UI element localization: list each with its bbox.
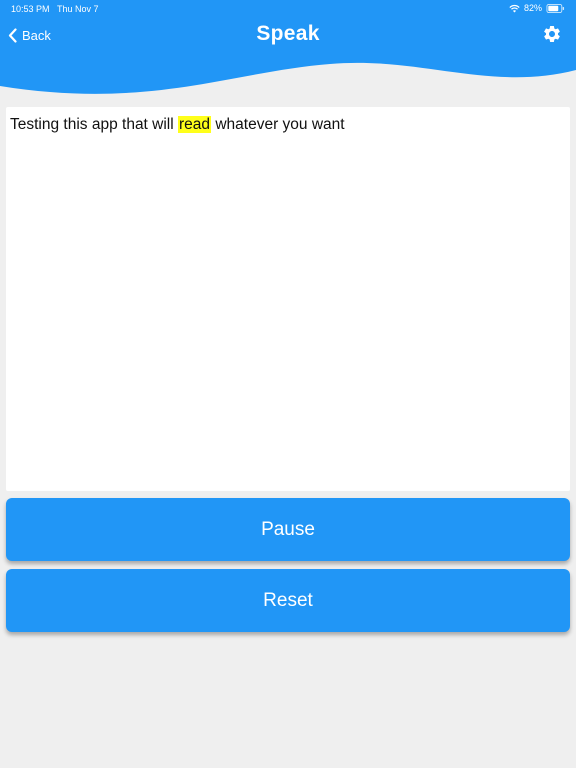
status-indicators: 82% — [509, 3, 565, 13]
reset-label: Reset — [263, 589, 313, 611]
wifi-icon — [509, 4, 520, 13]
gear-icon — [543, 25, 560, 42]
status-date: Thu Nov 7 — [57, 4, 99, 14]
battery-percent: 82% — [523, 3, 542, 13]
pause-label: Pause — [261, 518, 315, 540]
highlighted-word: read — [178, 116, 212, 133]
speech-text-area[interactable]: Testing this app that will read whatever… — [6, 107, 570, 491]
status-time: 10:53 PM — [11, 4, 50, 14]
settings-button[interactable] — [542, 24, 562, 44]
speak-screen: 10:53 PM Thu Nov 7 82% Back Speak Testin… — [0, 0, 576, 768]
text-after: whatever you want — [211, 116, 345, 133]
pause-button[interactable]: Pause — [6, 498, 570, 561]
header: 10:53 PM Thu Nov 7 82% Back Speak — [0, 0, 576, 104]
page-title: Speak — [256, 22, 320, 45]
status-bar: 10:53 PM Thu Nov 7 82% — [0, 0, 576, 18]
text-before: Testing this app that will — [10, 116, 179, 133]
reset-button[interactable]: Reset — [6, 569, 570, 632]
battery-icon — [546, 3, 565, 13]
